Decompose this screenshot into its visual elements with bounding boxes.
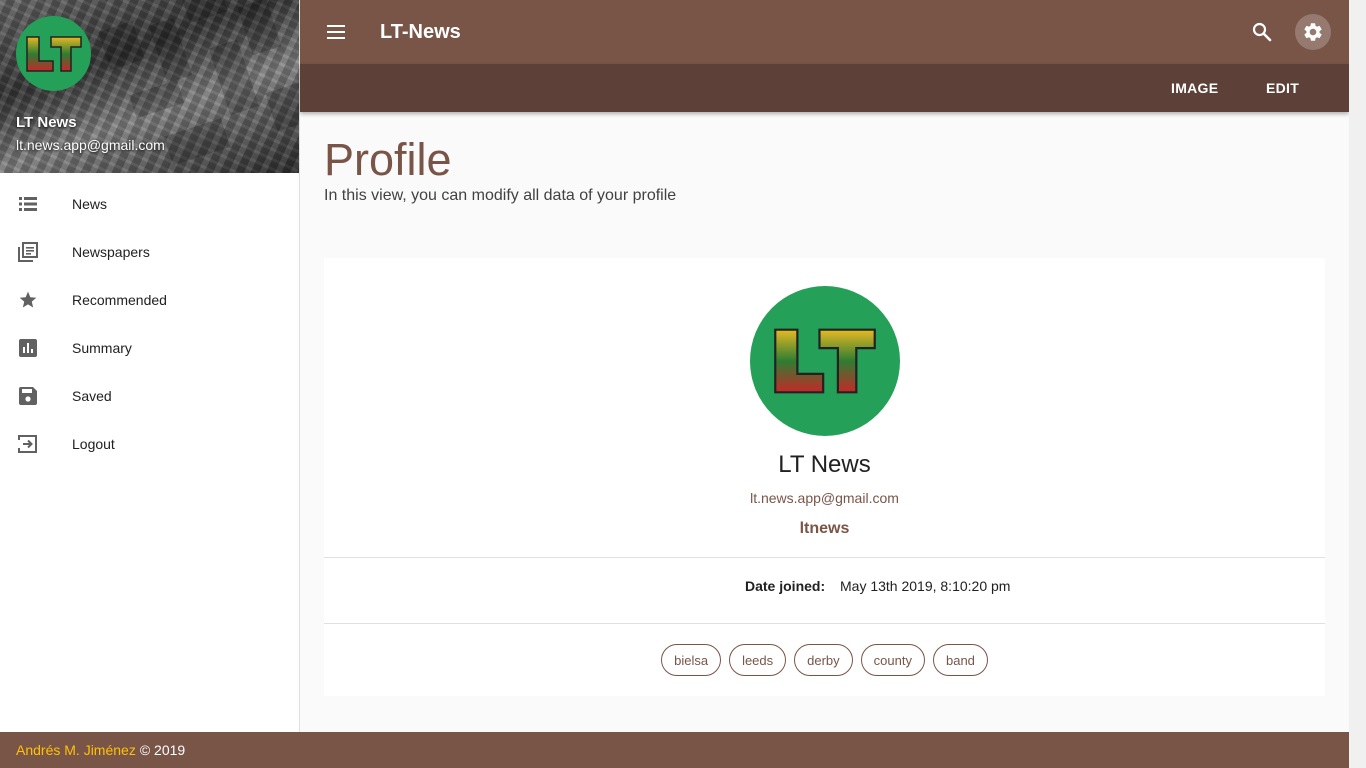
tag-chip[interactable]: bielsa	[661, 644, 722, 676]
date-joined-label: Date joined:	[745, 578, 826, 594]
vertical-scrollbar[interactable]	[1349, 0, 1366, 768]
nav-item-newspapers[interactable]: Newspapers	[0, 228, 299, 276]
nav-item-logout[interactable]: Logout	[0, 420, 299, 468]
tag-chips: bielsa leeds derby county band	[324, 644, 1325, 676]
search-icon	[1252, 22, 1272, 42]
nav-list: News Newspapers Recommended Summary Save…	[0, 173, 299, 468]
nav-item-saved[interactable]: Saved	[0, 372, 299, 420]
newspaper-icon	[18, 242, 38, 262]
nav-label-newspapers: Newspapers	[72, 244, 150, 260]
tag-chip[interactable]: leeds	[729, 644, 787, 676]
edit-button[interactable]: EDIT	[1266, 64, 1299, 112]
nav-label-news: News	[72, 196, 108, 212]
profile-toolbar: IMAGE EDIT	[300, 64, 1349, 112]
drawer-user-name: LT News	[16, 114, 77, 131]
date-joined-value: May 13th 2019, 8:10:20 pm	[840, 578, 1011, 594]
profile-card: LT News lt.news.app@gmail.com ltnews Dat…	[324, 258, 1325, 696]
profile-username: ltnews	[799, 520, 850, 537]
tag-chip[interactable]: county	[860, 644, 925, 676]
lt-logo-icon	[25, 35, 82, 72]
app-title: LT-News	[380, 20, 461, 43]
image-button[interactable]: IMAGE	[1171, 64, 1218, 112]
footer-author-link[interactable]: Andrés M. Jiménez	[16, 742, 136, 758]
logout-icon	[18, 434, 38, 454]
main-content: Profile In this view, you can modify all…	[300, 112, 1349, 732]
divider	[324, 557, 1325, 558]
footer: Andrés M. Jiménez © 2019	[0, 732, 1349, 768]
nav-item-summary[interactable]: Summary	[0, 324, 299, 372]
app-bar: LT-News	[300, 0, 1349, 64]
nav-item-news[interactable]: News	[0, 180, 299, 228]
profile-name: LT News	[778, 451, 871, 478]
menu-button[interactable]	[324, 20, 348, 44]
page-title: Profile	[324, 134, 452, 185]
nav-label-saved: Saved	[72, 388, 112, 404]
nav-label-recommended: Recommended	[72, 292, 167, 308]
hamburger-icon	[327, 25, 345, 39]
nav-item-recommended[interactable]: Recommended	[0, 276, 299, 324]
save-icon	[18, 386, 38, 406]
profile-email: lt.news.app@gmail.com	[750, 490, 899, 506]
search-button[interactable]	[1250, 20, 1274, 44]
drawer-avatar[interactable]	[16, 16, 91, 91]
tag-chip[interactable]: derby	[794, 644, 853, 676]
nav-label-logout: Logout	[72, 436, 115, 452]
divider	[324, 623, 1325, 624]
page-subtitle: In this view, you can modify all data of…	[324, 187, 677, 204]
settings-button[interactable]	[1295, 14, 1331, 50]
list-icon	[18, 194, 38, 214]
lt-logo-icon	[774, 328, 876, 394]
bar-chart-icon	[18, 338, 38, 358]
scrollbar-thumb[interactable]	[1353, 2, 1362, 766]
drawer-header: LT News lt.news.app@gmail.com	[0, 0, 299, 173]
drawer-user-email: lt.news.app@gmail.com	[16, 137, 165, 153]
gear-icon	[1304, 23, 1322, 41]
profile-avatar	[750, 286, 900, 436]
footer-copyright: © 2019	[139, 742, 186, 758]
star-icon	[18, 290, 38, 310]
navigation-drawer: LT News lt.news.app@gmail.com News Newsp…	[0, 0, 300, 732]
tag-chip[interactable]: band	[932, 644, 988, 676]
nav-label-summary: Summary	[72, 340, 132, 356]
